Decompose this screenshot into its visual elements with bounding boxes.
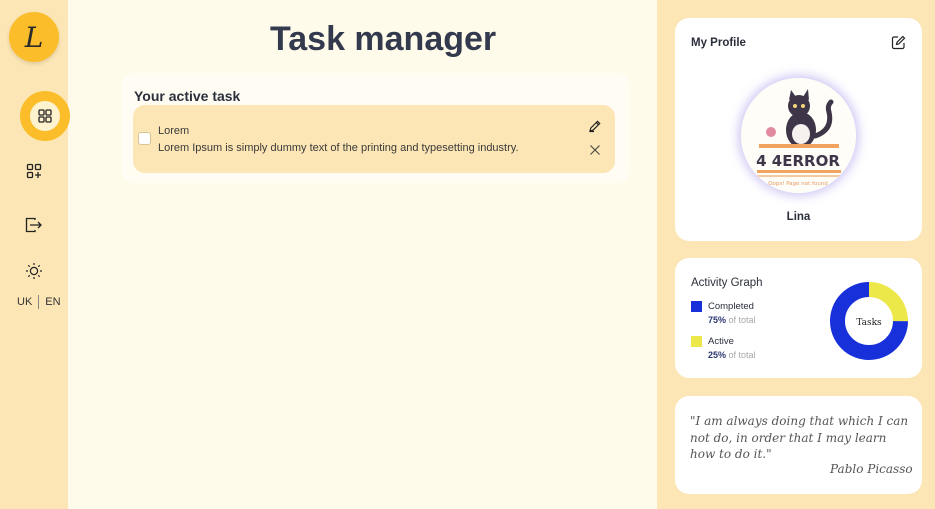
avatar-404-text: 4 4ERROR <box>756 152 840 170</box>
language-switch: UK EN <box>17 295 61 309</box>
sun-icon <box>26 263 42 279</box>
of-total-active: of total <box>728 350 756 360</box>
logo[interactable]: L <box>9 12 59 62</box>
lang-uk[interactable]: UK <box>17 296 32 308</box>
legend-swatch-completed <box>691 301 702 312</box>
quote-author: Pablo Picasso <box>830 462 913 476</box>
legend-swatch-active <box>691 336 702 347</box>
task-checkbox[interactable] <box>138 132 151 145</box>
quote-line-1: "I am always doing that which I can <box>690 414 909 428</box>
quote-line-2: not do, in order that I may learn <box>690 430 887 445</box>
activity-title: Activity Graph <box>691 277 763 289</box>
nav-dashboard-inner <box>30 101 60 131</box>
nav-add-task-button[interactable] <box>24 161 44 181</box>
profile-name: Lina <box>786 211 811 223</box>
quote-card: "I am always doing that which I can not … <box>675 396 922 494</box>
logout-icon <box>25 217 42 233</box>
edit-task-icon[interactable] <box>588 119 602 133</box>
lang-separator <box>38 295 40 309</box>
donut-center-label: Tasks <box>856 318 882 328</box>
legend-label-completed: Completed <box>708 301 754 312</box>
of-total-completed: of total <box>728 315 756 325</box>
avatar-404-cat-image: 4 4ERROR Oops! Page not found <box>741 78 856 193</box>
avatar-404-subtext: Oops! Page not found <box>768 181 828 187</box>
add-grid-icon <box>26 163 42 179</box>
sidebar: L UK EN <box>0 0 70 509</box>
percent-value-active: 25% <box>708 350 727 360</box>
legend-percent-completed: 75% of total <box>708 315 756 325</box>
profile-title: My Profile <box>691 37 746 49</box>
percent-value-completed: 75% <box>708 315 727 325</box>
quote-text: "I am always doing that which I can not … <box>690 413 912 463</box>
grid-icon <box>38 109 52 123</box>
active-task-heading: Your active task <box>134 88 241 104</box>
nav-dashboard-button[interactable] <box>20 91 70 141</box>
active-task-panel: Your active task Lorem Lorem Ipsum is si… <box>122 73 629 183</box>
activity-card: Activity Graph Completed 75% of total Ac… <box>675 258 922 378</box>
nav-theme-button[interactable] <box>24 261 44 281</box>
lang-en[interactable]: EN <box>45 296 60 308</box>
quote-line-3: how to do it." <box>690 447 772 461</box>
task-card: Lorem Lorem Ipsum is simply dummy text o… <box>133 105 615 173</box>
task-title: Lorem <box>158 125 190 137</box>
logo-letter: L <box>24 20 44 54</box>
edit-profile-icon[interactable] <box>891 35 906 50</box>
legend-percent-active: 25% of total <box>708 350 756 360</box>
delete-task-icon[interactable] <box>588 143 602 157</box>
profile-card: My Profile 4 4ERROR Oops! Page not found… <box>675 18 922 241</box>
page-title: Task manager <box>270 20 497 58</box>
avatar[interactable]: 4 4ERROR Oops! Page not found <box>741 78 856 193</box>
nav-logout-button[interactable] <box>24 215 44 235</box>
task-description: Lorem Ipsum is simply dummy text of the … <box>158 142 519 154</box>
activity-donut-chart: Tasks <box>830 282 908 360</box>
legend-label-active: Active <box>708 336 734 347</box>
